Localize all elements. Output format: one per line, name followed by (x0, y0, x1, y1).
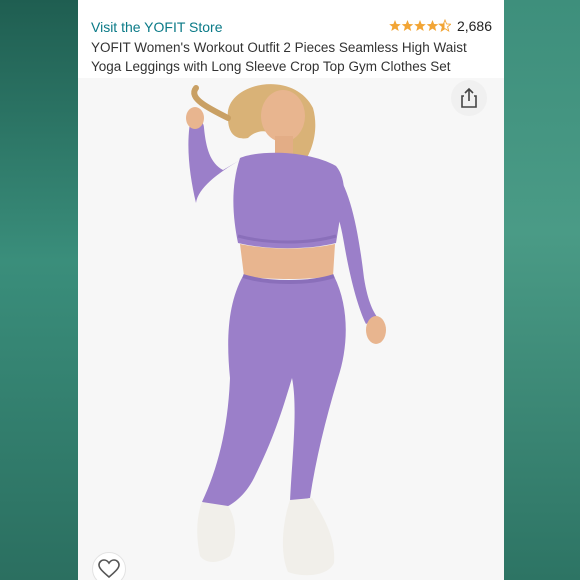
face (261, 90, 305, 142)
share-button[interactable] (451, 80, 487, 116)
heart-icon (98, 559, 120, 579)
star-icons (389, 19, 451, 33)
right-hand (366, 316, 386, 344)
store-link[interactable]: Visit the YOFIT Store (91, 19, 223, 35)
star-icon (389, 20, 401, 31)
favorite-button[interactable] (92, 552, 126, 580)
background-right (504, 0, 580, 580)
leggings (202, 276, 346, 510)
crop-top (233, 152, 345, 249)
star-icon (426, 20, 439, 31)
midriff (240, 244, 335, 279)
product-image[interactable] (78, 78, 504, 580)
left-hand (186, 107, 204, 129)
product-card: Visit the YOFIT Store 2,686 YOFIT Women'… (78, 0, 504, 580)
star-rating (389, 19, 451, 33)
left-sneaker (197, 502, 236, 562)
share-icon (461, 87, 477, 108)
model-photo (186, 84, 386, 576)
rating-summary[interactable]: 2,686 (389, 18, 492, 34)
rating-count: 2,686 (456, 18, 492, 34)
product-title: YOFIT Women's Workout Outfit 2 Pieces Se… (91, 40, 467, 74)
right-sneaker (282, 498, 335, 576)
background-left (0, 0, 78, 580)
star-icon (401, 20, 414, 31)
star-icon (414, 20, 426, 31)
